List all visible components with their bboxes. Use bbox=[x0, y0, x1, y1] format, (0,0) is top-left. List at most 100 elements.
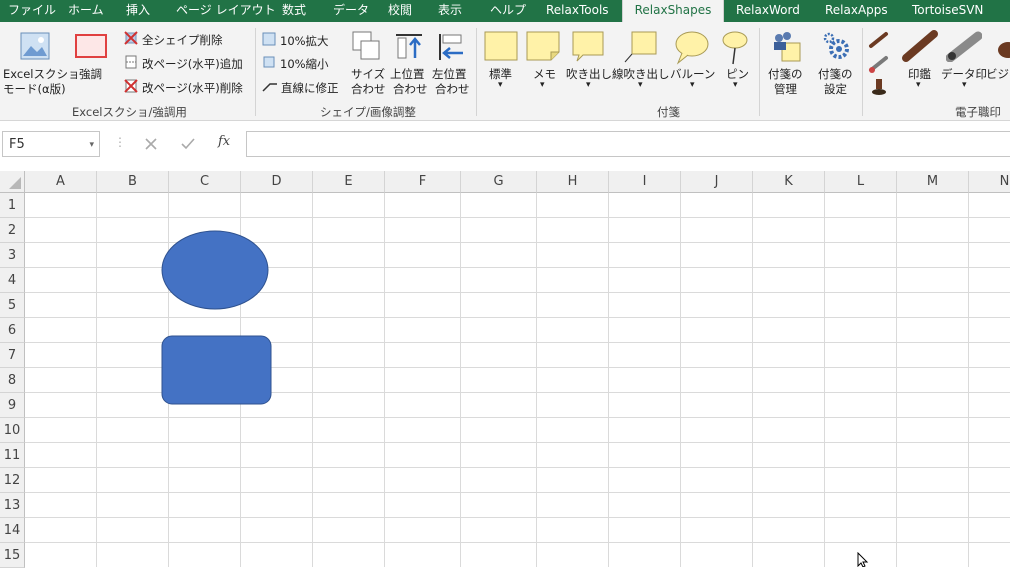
tab-home[interactable]: ホーム bbox=[68, 0, 104, 22]
emphasis-label: 強調 bbox=[79, 67, 102, 81]
tab-relaxshapes[interactable]: RelaxShapes bbox=[622, 0, 724, 22]
stamp-small-icon-2[interactable] bbox=[868, 54, 890, 74]
tab-page-layout[interactable]: ページ レイアウト bbox=[176, 0, 276, 22]
group-label-sticky: 付箋 bbox=[657, 105, 680, 119]
column-header-m[interactable]: M bbox=[897, 171, 969, 193]
zoom-in-label: 10%拡大 bbox=[280, 34, 329, 48]
ellipse-shape[interactable] bbox=[160, 229, 274, 311]
stamp-small-icon[interactable] bbox=[868, 30, 890, 50]
left-fit-label-2: 合わせ bbox=[435, 82, 470, 96]
delete-shapes-icon bbox=[124, 31, 138, 45]
line-callout-icon bbox=[624, 31, 657, 63]
row-header-1[interactable]: 1 bbox=[0, 193, 25, 218]
tab-relaxapps[interactable]: RelaxApps bbox=[825, 0, 888, 22]
tab-review[interactable]: 校閲 bbox=[388, 0, 412, 22]
column-header-a[interactable]: A bbox=[25, 171, 97, 193]
enter-check-icon[interactable] bbox=[180, 137, 196, 151]
sticky-manage-label-2: 管理 bbox=[774, 82, 797, 96]
row-header-10[interactable]: 10 bbox=[0, 418, 25, 443]
column-header-c[interactable]: C bbox=[169, 171, 241, 193]
top-fit-label-2: 合わせ bbox=[393, 82, 428, 96]
memo-note-icon bbox=[526, 31, 560, 61]
rounded-rectangle-shape[interactable] bbox=[160, 335, 274, 407]
tab-file[interactable]: ファイル bbox=[8, 0, 56, 22]
row-header-12[interactable]: 12 bbox=[0, 468, 25, 493]
size-fit-icon bbox=[352, 31, 380, 60]
tab-view[interactable]: 表示 bbox=[438, 0, 462, 22]
delete-page-break-label: 改ページ(水平)削除 bbox=[142, 81, 243, 95]
emphasis-rect-icon bbox=[75, 34, 107, 58]
row-header-8[interactable]: 8 bbox=[0, 368, 25, 393]
sticky-note-icon bbox=[484, 31, 518, 61]
column-header-h[interactable]: H bbox=[537, 171, 609, 193]
group-label-capture: Excelスクショ/強調用 bbox=[72, 105, 187, 119]
ribbon-tab-bar: ファイル ホーム 挿入 ページ レイアウト 数式 データ 校閲 表示 ヘルプ R… bbox=[0, 0, 1010, 22]
column-header-l[interactable]: L bbox=[825, 171, 897, 193]
group-label-shape-adjust: シェイプ/画像調整 bbox=[320, 105, 416, 119]
delete-all-shapes-label: 全シェイプ削除 bbox=[142, 33, 223, 47]
ribbon: Excelスクショ モード(α版) 強調 全シェイプ削除 改ページ(水平)追加 … bbox=[0, 22, 1010, 121]
image-zoom-in-icon bbox=[262, 32, 276, 46]
row-header-15[interactable]: 15 bbox=[0, 543, 25, 568]
column-header-d[interactable]: D bbox=[241, 171, 313, 193]
row-header-5[interactable]: 5 bbox=[0, 293, 25, 318]
chevron-down-icon: ▾ bbox=[690, 80, 695, 90]
business-stamp-label: ビジネ bbox=[986, 67, 1010, 81]
column-header-g[interactable]: G bbox=[461, 171, 537, 193]
column-header-n[interactable]: N bbox=[969, 171, 1010, 193]
row-header-6[interactable]: 6 bbox=[0, 318, 25, 343]
column-header-e[interactable]: E bbox=[313, 171, 385, 193]
row-header-14[interactable]: 14 bbox=[0, 518, 25, 543]
select-all-triangle-icon bbox=[9, 177, 21, 189]
page-icon bbox=[125, 55, 137, 69]
excel-capture-label-1: Excelスクショ bbox=[3, 67, 80, 81]
formula-bar: F5 ▾ ⋮ fx bbox=[0, 121, 1010, 171]
straight-line-icon bbox=[262, 83, 277, 92]
worksheet-grid[interactable]: ABCDEFGHIJKLMN 1 2 3 4 5 6 7 8 9 10 11 12 13 14 15 bbox=[0, 171, 1010, 568]
top-fit-label-1: 上位置 bbox=[390, 67, 425, 81]
tab-help[interactable]: ヘルプ bbox=[490, 0, 526, 22]
gear-icon bbox=[823, 32, 849, 59]
manage-sticky-icon bbox=[774, 32, 801, 62]
insert-function-icon[interactable]: fx bbox=[218, 134, 230, 149]
column-header-b[interactable]: B bbox=[97, 171, 169, 193]
gridlines bbox=[24, 192, 1010, 567]
column-header-k[interactable]: K bbox=[753, 171, 825, 193]
chevron-down-icon: ▾ bbox=[498, 80, 503, 90]
row-header-2[interactable]: 2 bbox=[0, 218, 25, 243]
tab-insert[interactable]: 挿入 bbox=[126, 0, 150, 22]
tab-relaxword[interactable]: RelaxWord bbox=[736, 0, 800, 22]
group-label-stamp: 電子職印 bbox=[955, 105, 1001, 119]
row-header-3[interactable]: 3 bbox=[0, 243, 25, 268]
name-box[interactable]: F5 ▾ bbox=[2, 131, 100, 157]
tab-relaxtools[interactable]: RelaxTools bbox=[546, 0, 609, 22]
chevron-down-icon: ▾ bbox=[638, 80, 643, 90]
row-header-4[interactable]: 4 bbox=[0, 268, 25, 293]
business-stamp-icon bbox=[998, 42, 1010, 58]
stamp-upright-icon[interactable] bbox=[870, 78, 888, 96]
pin-icon bbox=[722, 31, 748, 65]
row-header-9[interactable]: 9 bbox=[0, 393, 25, 418]
tab-formulas[interactable]: 数式 bbox=[282, 0, 306, 22]
column-header-i[interactable]: I bbox=[609, 171, 681, 193]
size-fit-label-2: 合わせ bbox=[351, 82, 386, 96]
straight-line-fix-label: 直線に修正 bbox=[281, 81, 339, 95]
column-header-f[interactable]: F bbox=[385, 171, 461, 193]
tab-data[interactable]: データ bbox=[333, 0, 369, 22]
row-header-7[interactable]: 7 bbox=[0, 343, 25, 368]
column-header-j[interactable]: J bbox=[681, 171, 753, 193]
cancel-icon[interactable] bbox=[144, 137, 158, 151]
tab-tortoisesvn[interactable]: TortoiseSVN bbox=[912, 0, 983, 22]
sticky-settings-label-1: 付箋の bbox=[818, 67, 853, 81]
balloon-icon bbox=[675, 31, 709, 65]
chevron-down-icon: ▾ bbox=[586, 80, 591, 90]
chevron-down-icon: ▾ bbox=[962, 80, 967, 90]
row-header-13[interactable]: 13 bbox=[0, 493, 25, 518]
formula-input[interactable] bbox=[246, 131, 1010, 157]
chevron-down-icon[interactable]: ▾ bbox=[89, 132, 94, 158]
group-divider bbox=[759, 28, 760, 116]
row-header-11[interactable]: 11 bbox=[0, 443, 25, 468]
select-all-corner[interactable] bbox=[0, 171, 25, 193]
add-page-break-label: 改ページ(水平)追加 bbox=[142, 57, 243, 71]
excel-capture-label-2: モード(α版) bbox=[3, 82, 66, 96]
